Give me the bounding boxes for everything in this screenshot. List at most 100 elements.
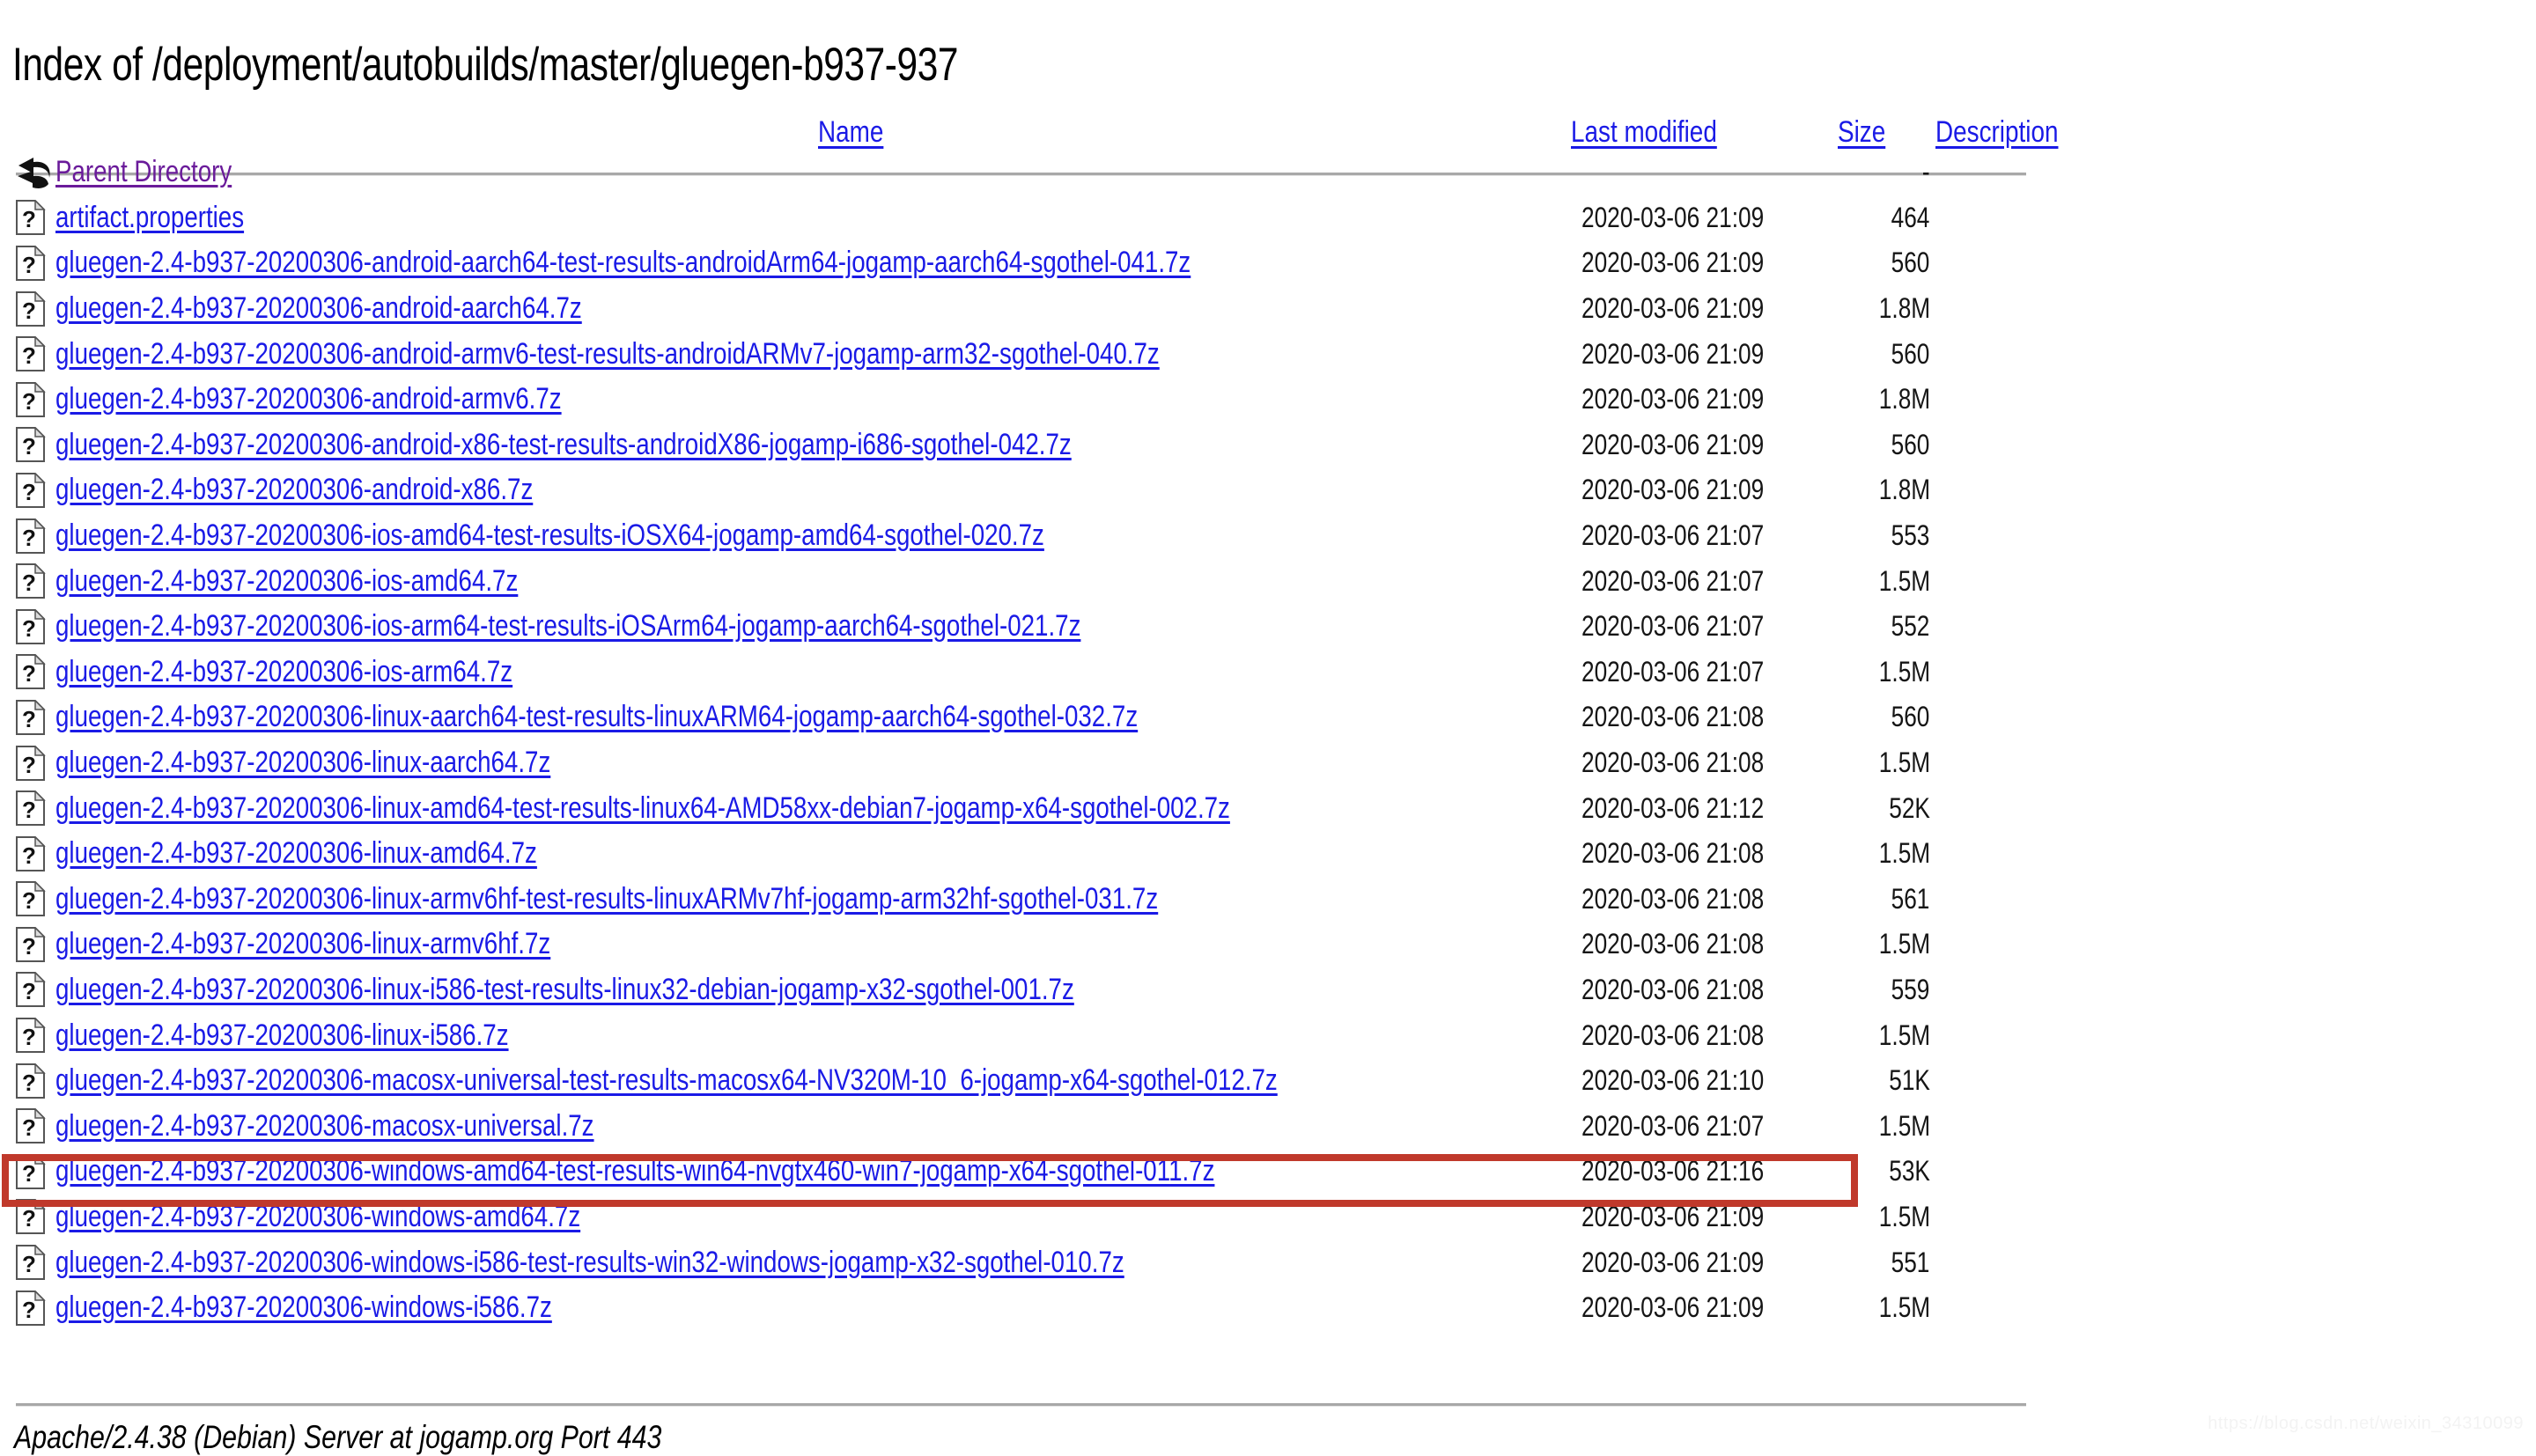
file-link[interactable]: gluegen-2.4-b937-20200306-linux-amd64-te… — [55, 791, 1230, 826]
last-modified-value: 2020-03-06 21:08 — [1581, 701, 1764, 733]
row-icon-cell: ? — [0, 922, 55, 967]
row-last-modified-cell: 2020-03-06 21:07 — [1571, 558, 1838, 604]
file-link[interactable]: gluegen-2.4-b937-20200306-windows-amd64.… — [55, 1200, 580, 1234]
file-link[interactable]: gluegen-2.4-b937-20200306-linux-armv6hf.… — [55, 927, 550, 961]
row-icon-cell: ? — [0, 877, 55, 923]
size-value: 560 — [1891, 701, 1930, 733]
row-name-cell: gluegen-2.4-b937-20200306-linux-aarch64.… — [55, 740, 1571, 786]
row-description-cell — [1935, 877, 2113, 923]
row-name-cell: gluegen-2.4-b937-20200306-ios-amd64-test… — [55, 513, 1571, 559]
row-size-cell: 1.5M — [1838, 1012, 1935, 1058]
file-link[interactable]: gluegen-2.4-b937-20200306-android-x86-te… — [55, 428, 1072, 462]
svg-text:?: ? — [22, 252, 36, 278]
file-link[interactable]: gluegen-2.4-b937-20200306-ios-arm64-test… — [55, 609, 1080, 643]
file-link[interactable]: gluegen-2.4-b937-20200306-ios-amd64-test… — [55, 518, 1044, 553]
row-size-cell: 52K — [1838, 785, 1935, 831]
row-icon-cell: ? — [0, 740, 55, 786]
file-link[interactable]: gluegen-2.4-b937-20200306-linux-amd64.7z — [55, 836, 537, 871]
row-icon-cell: ? — [0, 695, 55, 740]
row-last-modified-cell: 2020-03-06 21:08 — [1571, 831, 1838, 877]
table-row: ? gluegen-2.4-b937-20200306-linux-amd64-t… — [0, 785, 2113, 831]
row-size-cell: 1.5M — [1838, 740, 1935, 786]
file-link[interactable]: gluegen-2.4-b937-20200306-android-armv6.… — [55, 382, 562, 416]
row-description-cell — [1935, 785, 2113, 831]
unknown-file-icon: ? — [16, 1107, 46, 1144]
row-last-modified-cell: 2020-03-06 21:08 — [1571, 695, 1838, 740]
table-row: Parent Directory - — [0, 150, 2113, 195]
file-link[interactable]: gluegen-2.4-b937-20200306-windows-amd64-… — [55, 1154, 1214, 1188]
file-link[interactable]: gluegen-2.4-b937-20200306-macosx-univers… — [55, 1109, 594, 1143]
size-value: 52K — [1889, 791, 1930, 824]
row-icon-cell: ? — [0, 604, 55, 650]
row-description-cell — [1935, 1149, 2113, 1195]
table-row: ? gluegen-2.4-b937-20200306-linux-aarch64… — [0, 695, 2113, 740]
sort-by-name-link[interactable]: Name — [818, 115, 883, 150]
row-description-cell — [1935, 1285, 2113, 1331]
row-name-cell: gluegen-2.4-b937-20200306-windows-i586-t… — [55, 1239, 1571, 1285]
svg-text:?: ? — [22, 933, 36, 960]
unknown-file-icon: ? — [16, 744, 46, 781]
unknown-file-icon: ? — [16, 1062, 46, 1099]
sort-by-description-link[interactable]: Description — [1935, 115, 2058, 150]
row-last-modified-cell: 2020-03-06 21:10 — [1571, 1058, 1838, 1104]
file-link[interactable]: gluegen-2.4-b937-20200306-linux-aarch64.… — [55, 746, 550, 780]
row-name-cell: gluegen-2.4-b937-20200306-windows-amd64.… — [55, 1195, 1571, 1240]
row-description-cell — [1935, 1239, 2113, 1285]
table-row: ? gluegen-2.4-b937-20200306-android-aarch… — [0, 240, 2113, 286]
row-size-cell: - — [1838, 150, 1935, 195]
row-icon-cell: ? — [0, 967, 55, 1013]
sort-by-last-modified-link[interactable]: Last modified — [1571, 115, 1717, 150]
file-link[interactable]: gluegen-2.4-b937-20200306-android-armv6-… — [55, 337, 1160, 371]
size-value: - — [1922, 156, 1930, 188]
file-link[interactable]: gluegen-2.4-b937-20200306-linux-armv6hf-… — [55, 882, 1158, 916]
svg-text:?: ? — [22, 978, 36, 1004]
last-modified-value: 2020-03-06 21:09 — [1581, 292, 1764, 325]
unknown-file-icon: ? — [16, 380, 46, 417]
last-modified-value: 2020-03-06 21:09 — [1581, 337, 1764, 370]
parent-directory-link[interactable]: Parent Directory — [55, 155, 232, 189]
row-name-cell: gluegen-2.4-b937-20200306-android-x86-te… — [55, 423, 1571, 468]
last-modified-value: 2020-03-06 21:09 — [1581, 246, 1764, 279]
table-row: ? gluegen-2.4-b937-20200306-linux-amd64.7… — [0, 831, 2113, 877]
row-description-cell — [1935, 650, 2113, 695]
file-link[interactable]: gluegen-2.4-b937-20200306-android-aarch6… — [55, 246, 1191, 280]
file-link[interactable]: artifact.properties — [55, 201, 244, 235]
row-last-modified-cell: 2020-03-06 21:09 — [1571, 377, 1838, 423]
row-description-cell — [1935, 831, 2113, 877]
file-link[interactable]: gluegen-2.4-b937-20200306-windows-i586-t… — [55, 1246, 1124, 1280]
row-size-cell: 1.5M — [1838, 558, 1935, 604]
file-link[interactable]: gluegen-2.4-b937-20200306-android-aarch6… — [55, 291, 582, 326]
row-last-modified-cell: 2020-03-06 21:09 — [1571, 240, 1838, 286]
row-icon-cell: ? — [0, 558, 55, 604]
row-description-cell — [1935, 513, 2113, 559]
unknown-file-icon: ? — [16, 880, 46, 917]
svg-text:?: ? — [22, 570, 36, 596]
file-link[interactable]: gluegen-2.4-b937-20200306-android-x86.7z — [55, 473, 533, 507]
header-cell-last-modified: Last modified — [1571, 95, 1838, 150]
table-row: ? gluegen-2.4-b937-20200306-ios-arm64-tes… — [0, 604, 2113, 650]
row-icon-cell: ? — [0, 650, 55, 695]
row-name-cell: gluegen-2.4-b937-20200306-ios-arm64.7z — [55, 650, 1571, 695]
unknown-file-icon: ? — [16, 790, 46, 827]
row-description-cell — [1935, 423, 2113, 468]
last-modified-value: 2020-03-06 21:07 — [1581, 655, 1764, 688]
row-name-cell: gluegen-2.4-b937-20200306-macosx-univers… — [55, 1103, 1571, 1149]
file-link[interactable]: gluegen-2.4-b937-20200306-windows-i586.7… — [55, 1291, 552, 1325]
last-modified-value: 2020-03-06 21:08 — [1581, 837, 1764, 870]
row-description-cell — [1935, 467, 2113, 513]
last-modified-value: 2020-03-06 21:09 — [1581, 1246, 1764, 1278]
file-link[interactable]: gluegen-2.4-b937-20200306-linux-i586.7z — [55, 1018, 509, 1053]
table-row: ? gluegen-2.4-b937-20200306-linux-i586.7z… — [0, 1012, 2113, 1058]
svg-text:?: ? — [22, 706, 36, 732]
sort-by-size-link[interactable]: Size — [1838, 115, 1885, 150]
last-modified-value: 2020-03-06 21:09 — [1581, 201, 1764, 233]
file-link[interactable]: gluegen-2.4-b937-20200306-linux-aarch64-… — [55, 700, 1138, 734]
file-link[interactable]: gluegen-2.4-b937-20200306-ios-arm64.7z — [55, 655, 512, 689]
file-link[interactable]: gluegen-2.4-b937-20200306-linux-i586-tes… — [55, 973, 1074, 1007]
table-header-row: Name Last modified Size Description — [0, 95, 2113, 150]
unknown-file-icon: ? — [16, 335, 46, 372]
file-link[interactable]: gluegen-2.4-b937-20200306-macosx-univers… — [55, 1063, 1278, 1098]
row-description-cell — [1935, 967, 2113, 1013]
row-description-cell — [1935, 1058, 2113, 1104]
file-link[interactable]: gluegen-2.4-b937-20200306-ios-amd64.7z — [55, 564, 518, 599]
